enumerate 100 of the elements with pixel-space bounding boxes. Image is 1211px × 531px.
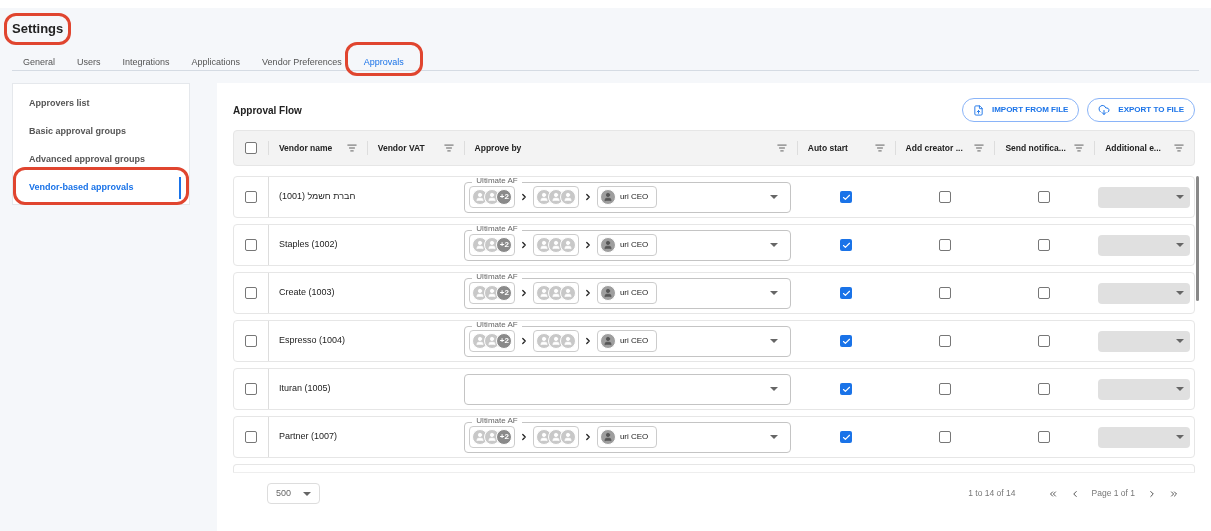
filter-icon[interactable]	[1074, 143, 1085, 153]
filter-icon[interactable]	[776, 143, 787, 153]
select-field[interactable]	[1098, 282, 1191, 304]
panel-title: Approval Flow	[233, 103, 302, 118]
field-label: Ultimate AF	[472, 176, 522, 185]
avatar-icon	[560, 285, 577, 301]
table-cell: Ituran (1005)	[278, 382, 331, 396]
caret-icon	[1176, 291, 1185, 295]
avatar-icon	[560, 429, 577, 445]
caret-icon	[770, 435, 779, 439]
page-size-select[interactable]: 500	[267, 483, 321, 504]
column-header: Vendor VAT	[377, 141, 425, 155]
checkbox[interactable]	[938, 239, 951, 251]
field-label: Ultimate AF	[472, 224, 522, 233]
avatar-icon	[600, 237, 616, 253]
select-field[interactable]	[1098, 378, 1191, 400]
checkbox[interactable]	[1038, 383, 1051, 395]
checkbox[interactable]	[244, 383, 257, 395]
page-title: Settings	[12, 20, 64, 38]
checkbox[interactable]	[840, 383, 853, 395]
checkbox[interactable]	[1038, 239, 1051, 251]
caret-icon	[303, 491, 312, 496]
column-header: Send notifica...	[1005, 141, 1066, 155]
filter-icon[interactable]	[443, 143, 454, 153]
checkbox[interactable]	[840, 287, 853, 299]
select-field[interactable]	[1098, 330, 1191, 352]
avatar-icon	[600, 285, 616, 301]
column-header: Approve by	[474, 141, 522, 155]
select-field[interactable]	[1098, 426, 1191, 448]
filter-icon[interactable]	[874, 143, 885, 153]
cloud-icon	[1098, 104, 1111, 116]
tab[interactable]: General	[12, 51, 67, 75]
caret-icon	[770, 195, 779, 199]
checkbox[interactable]	[938, 335, 951, 347]
checkbox[interactable]	[244, 239, 257, 251]
checkbox[interactable]	[938, 383, 951, 395]
caret-icon	[770, 339, 779, 343]
avatar-icon	[600, 429, 616, 445]
tab[interactable]: Applications	[180, 51, 252, 75]
caret-icon	[1176, 387, 1185, 391]
file-upload-icon	[972, 104, 984, 116]
table-cell: Espresso (1004)	[278, 334, 345, 348]
sidebar-item[interactable]: Advanced approval groups	[21, 149, 181, 171]
table-cell: Staples (1002)	[278, 238, 338, 252]
first-page-icon[interactable]	[1047, 488, 1058, 499]
sidebar-item[interactable]: Approvers list	[21, 93, 181, 115]
tab[interactable]: Integrations	[111, 51, 181, 75]
checkbox[interactable]	[244, 142, 257, 154]
checkbox[interactable]	[1038, 191, 1051, 203]
row-range: 1 to 14 of 14	[968, 487, 1016, 500]
scrollbar[interactable]	[1196, 176, 1199, 301]
checkbox[interactable]	[1038, 287, 1051, 299]
checkbox[interactable]	[244, 335, 257, 347]
checkbox[interactable]	[244, 287, 257, 299]
field-label: Ultimate AF	[472, 416, 522, 425]
table-cell: חברת חשמל (1001)	[278, 190, 356, 204]
avatar-icon	[560, 237, 577, 253]
caret-icon	[770, 291, 779, 295]
checkbox[interactable]	[938, 287, 951, 299]
checkbox[interactable]	[840, 191, 853, 203]
checkbox[interactable]	[244, 191, 257, 203]
caret-icon	[1176, 339, 1185, 343]
more-count: +2	[496, 429, 513, 445]
field-label: Ultimate AF	[472, 272, 522, 281]
tab[interactable]: Users	[66, 51, 112, 75]
select-field[interactable]	[1098, 234, 1191, 256]
table-cell: Create (1003)	[278, 286, 335, 300]
tab[interactable]: Vendor Preferences	[251, 51, 353, 75]
select-field[interactable]	[1098, 186, 1191, 208]
table-cell: Partner (1007)	[278, 430, 337, 444]
field-label: Ultimate AF	[472, 320, 522, 329]
column-header: Auto start	[807, 141, 848, 155]
user-chip: uri CEO	[597, 234, 658, 256]
checkbox[interactable]	[1038, 431, 1051, 443]
next-page-icon[interactable]	[1147, 488, 1157, 499]
column-header: Additional e...	[1105, 141, 1161, 155]
user-chip: uri CEO	[597, 426, 658, 448]
user-chip: uri CEO	[597, 282, 658, 304]
tab[interactable]: Approvals	[352, 52, 415, 76]
checkbox[interactable]	[1038, 335, 1051, 347]
user-chip: uri CEO	[597, 330, 658, 352]
checkbox[interactable]	[840, 431, 853, 443]
more-count: +2	[496, 189, 513, 205]
checkbox[interactable]	[938, 431, 951, 443]
checkbox[interactable]	[840, 239, 853, 251]
checkbox[interactable]	[244, 431, 257, 443]
filter-icon[interactable]	[974, 143, 985, 153]
last-page-icon[interactable]	[1169, 488, 1179, 499]
filter-icon[interactable]	[346, 143, 357, 153]
caret-icon	[770, 387, 779, 391]
more-count: +2	[496, 333, 513, 349]
avatar-icon	[560, 189, 577, 205]
checkbox[interactable]	[938, 191, 951, 203]
column-header: Vendor name	[278, 141, 333, 155]
caret-icon	[1176, 243, 1185, 247]
sidebar-item[interactable]: Vendor-based approvals	[21, 177, 181, 199]
checkbox[interactable]	[840, 335, 853, 347]
filter-icon[interactable]	[1174, 143, 1185, 153]
avatar-icon	[600, 189, 616, 205]
sidebar-item[interactable]: Basic approval groups	[21, 121, 181, 143]
